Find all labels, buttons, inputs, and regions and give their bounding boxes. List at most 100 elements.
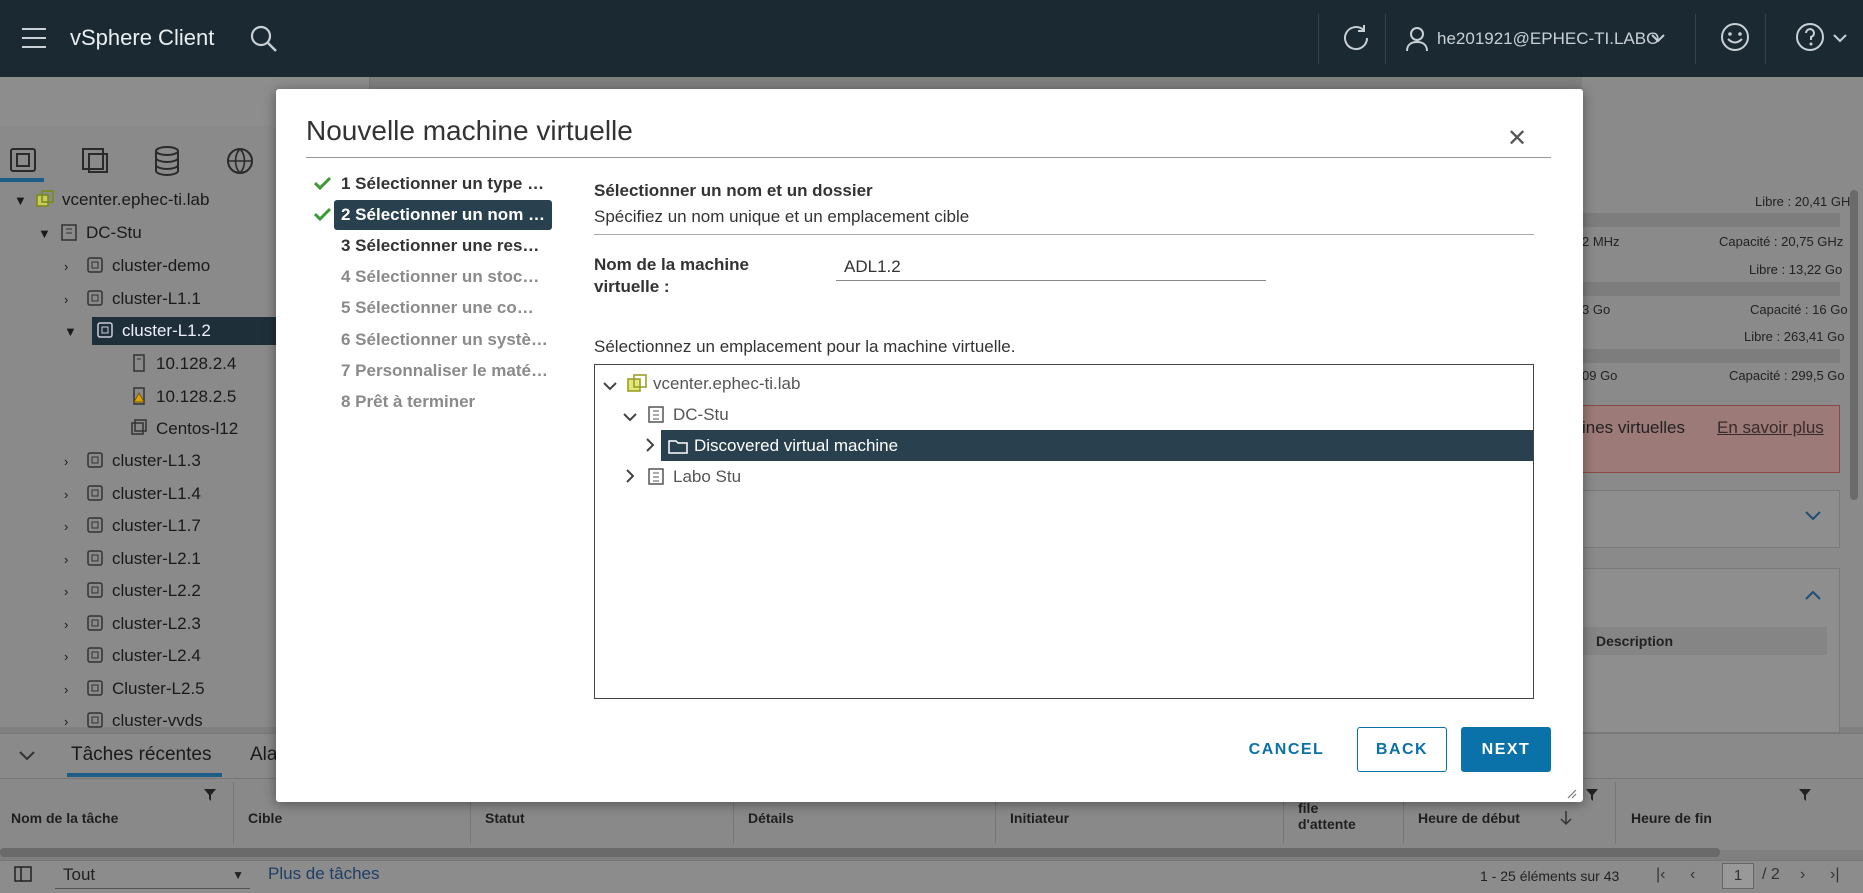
tree-item-vm[interactable]: Centos-l12	[130, 415, 238, 443]
column-header-end-time[interactable]: Heure de fin	[1631, 810, 1712, 826]
next-page-icon[interactable]: ›	[1800, 866, 1805, 884]
prev-page-icon[interactable]: ‹	[1690, 866, 1695, 884]
tree-item-cluster[interactable]: › Cluster-L2.5	[64, 675, 205, 703]
column-header-initiator[interactable]: Initiateur	[1010, 810, 1069, 826]
feedback-smiley-icon[interactable]	[1720, 22, 1750, 57]
tree-item-datacenter[interactable]: ▼ DC-Stu	[38, 219, 142, 247]
tree-item-host[interactable]: 10.128.2.4	[130, 350, 236, 378]
resize-grip-icon[interactable]	[1567, 786, 1577, 804]
wizard-step-4: 4 Sélectionner un stockage	[341, 267, 552, 286]
tree-item-cluster[interactable]: › cluster-L1.7	[64, 512, 201, 540]
column-header-queue[interactable]: file d'attente	[1298, 800, 1378, 832]
cpu-used: 2 MHz	[1582, 234, 1620, 249]
column-header-task-name[interactable]: Nom de la tâche	[11, 810, 118, 826]
location-tree-item-datacenter[interactable]: Labo Stu	[625, 461, 741, 492]
chevron-right-icon[interactable]	[625, 469, 635, 483]
tab-alarms[interactable]: Ala	[250, 744, 277, 766]
storage-used: 09 Go	[1582, 368, 1618, 383]
user-icon[interactable]	[1405, 26, 1429, 57]
header-separator	[1765, 14, 1766, 64]
storage-free: Libre : 263,41 Go	[1744, 329, 1845, 344]
chevron-down-icon[interactable]	[1650, 31, 1666, 49]
mem-capacity: Capacité : 16 Go	[1750, 302, 1848, 317]
refresh-icon[interactable]	[1340, 22, 1372, 59]
learn-more-link[interactable]: En savoir plus	[1717, 418, 1824, 438]
cluster-icon	[86, 613, 104, 631]
app-title: vSphere Client	[70, 25, 215, 50]
location-tree-item-folder-selected[interactable]: Discovered virtual machine	[661, 430, 1533, 461]
user-menu[interactable]: he201921@EPHEC-TI.LABO	[1437, 29, 1659, 49]
task-filter-select[interactable]: Tout ▼	[55, 863, 250, 889]
header-separator	[1318, 14, 1319, 64]
vm-name-input[interactable]	[836, 253, 1266, 281]
networking-icon[interactable]	[225, 146, 255, 181]
sort-down-icon[interactable]	[1560, 810, 1572, 831]
tree-item-cluster[interactable]: › cluster-vvds	[64, 707, 203, 731]
more-tasks-link[interactable]: Plus de tâches	[268, 864, 380, 884]
check-icon	[314, 176, 331, 190]
tab-recent-tasks[interactable]: Tâches récentes	[71, 744, 211, 766]
help-icon[interactable]	[1795, 22, 1825, 57]
chevron-down-icon[interactable]	[1832, 31, 1848, 49]
chevron-down-icon[interactable]	[18, 748, 36, 766]
chevron-down-icon[interactable]	[603, 381, 617, 391]
storage-usage-bar	[1582, 349, 1840, 363]
location-tree-item-datacenter[interactable]: DC-Stu	[623, 399, 729, 430]
back-button[interactable]: BACK	[1357, 727, 1447, 772]
cluster-icon	[86, 450, 104, 468]
mem-used: 3 Go	[1582, 302, 1611, 317]
chevron-up-icon[interactable]	[1804, 588, 1822, 606]
tree-item-vcenter[interactable]: ▼ vcenter.ephec-ti.lab	[14, 186, 209, 214]
column-header-start-time[interactable]: Heure de début	[1418, 810, 1520, 826]
tree-item-cluster[interactable]: › cluster-L2.3	[64, 610, 201, 638]
summary-scrollbar[interactable]	[1850, 190, 1858, 500]
title-divider	[306, 157, 1551, 158]
datacenter-icon	[647, 402, 665, 423]
wizard-step-6: 6 Sélectionner un système d'exploitation…	[341, 330, 552, 349]
cluster-icon	[86, 678, 104, 696]
location-tree-item-vcenter[interactable]: vcenter.ephec-ti.lab	[603, 368, 800, 399]
tree-item-cluster[interactable]: › cluster-L1.3	[64, 447, 201, 475]
wizard-step-1[interactable]: 1 Sélectionner un type de création	[306, 169, 552, 199]
datacenter-icon	[647, 464, 665, 485]
chevron-down-icon[interactable]	[1804, 508, 1822, 526]
horizontal-scrollbar[interactable]	[0, 848, 1720, 857]
column-header-target[interactable]: Cible	[248, 810, 282, 826]
tree-expand-chevron[interactable]: ▼	[64, 317, 77, 345]
wizard-step-2[interactable]: 2 Sélectionner un nom et un dossier	[334, 200, 552, 230]
cluster-icon	[96, 320, 114, 338]
menu-icon[interactable]	[22, 28, 46, 48]
tree-item-host[interactable]: 10.128.2.5	[130, 383, 236, 411]
section-divider	[594, 234, 1534, 235]
hosts-clusters-icon[interactable]	[8, 146, 38, 179]
tree-item-cluster[interactable]: › cluster-L2.1	[64, 545, 201, 573]
filter-icon[interactable]	[203, 788, 217, 807]
column-toggle-icon[interactable]	[14, 866, 32, 887]
tree-item-cluster[interactable]: › cluster-L2.4	[64, 642, 201, 670]
tree-item-cluster[interactable]: › cluster-L1.1	[64, 285, 201, 313]
filter-icon[interactable]	[1585, 788, 1599, 807]
vms-templates-icon[interactable]	[80, 146, 110, 179]
vcenter-icon	[36, 189, 54, 207]
next-button[interactable]: NEXT	[1461, 727, 1551, 772]
wizard-step-3[interactable]: 3 Sélectionner une ressource de calcul	[306, 231, 552, 261]
tree-item-cluster[interactable]: › cluster-L1.4	[64, 480, 201, 508]
column-header-status[interactable]: Statut	[485, 810, 525, 826]
filter-icon[interactable]	[1798, 788, 1812, 807]
last-page-icon[interactable]: ›|	[1830, 866, 1839, 884]
tree-item-cluster[interactable]: › cluster-L2.2	[64, 577, 201, 605]
cancel-button[interactable]: CANCEL	[1234, 727, 1339, 772]
column-header-details[interactable]: Détails	[748, 810, 794, 826]
active-tab-indicator	[67, 773, 222, 777]
first-page-icon[interactable]: |‹	[1656, 866, 1665, 884]
location-tree: vcenter.ephec-ti.lab DC-Stu Discovered v…	[594, 364, 1534, 699]
page-number-input[interactable]: 1	[1722, 863, 1754, 889]
mem-free: Libre : 13,22 Go	[1749, 262, 1843, 277]
section-subtitle: Spécifiez un nom unique et un emplacemen…	[594, 207, 970, 226]
storage-icon[interactable]	[153, 146, 181, 181]
chevron-down-icon[interactable]	[623, 412, 637, 422]
search-icon[interactable]	[250, 25, 278, 58]
cpu-free: Libre : 20,41 GHz	[1755, 194, 1857, 209]
tree-item-cluster[interactable]: › cluster-demo	[64, 252, 210, 280]
close-icon[interactable]: ✕	[1507, 127, 1527, 151]
